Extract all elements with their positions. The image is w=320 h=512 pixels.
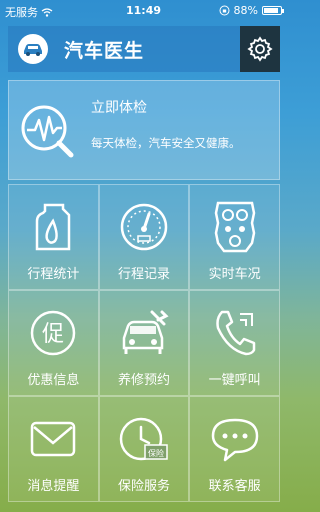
discount-badge-icon: 促 — [9, 303, 98, 363]
app-header: 汽车医生 — [8, 26, 280, 72]
tile-realtime-status[interactable]: 实时车况 — [189, 184, 280, 290]
heartbeat-magnifier-icon — [19, 103, 79, 165]
tile-message-reminder[interactable]: 消息提醒 — [8, 396, 99, 502]
tile-label: 联系客服 — [208, 479, 261, 494]
phone-icon — [190, 303, 279, 363]
tile-label: 消息提醒 — [27, 479, 80, 494]
gear-icon — [247, 36, 273, 62]
engine-block-icon — [190, 197, 279, 257]
tile-maintenance-booking[interactable]: 养修预约 — [98, 290, 190, 396]
tile-label: 一键呼叫 — [208, 373, 261, 388]
envelope-icon — [9, 409, 98, 469]
feature-grid: 行程统计 行程记录 实时车况 促 优惠信息 养修预约 一键呼叫 消息提醒 保险 … — [8, 184, 280, 502]
tile-label: 行程记录 — [117, 267, 170, 282]
tile-discounts[interactable]: 促 优惠信息 — [8, 290, 99, 396]
status-right: 88% — [219, 4, 284, 17]
tile-customer-service[interactable]: 联系客服 — [189, 396, 280, 502]
svg-text:保险: 保险 — [148, 448, 164, 458]
tile-trip-stats[interactable]: 行程统计 — [8, 184, 99, 290]
chat-bubble-icon — [190, 409, 279, 469]
insurance-clock-icon: 保险 — [100, 409, 189, 469]
orientation-lock-icon — [219, 5, 230, 16]
checkup-banner[interactable]: 立即体检 每天体检，汽车安全又健康。 — [8, 80, 280, 180]
car-wrench-icon — [100, 303, 189, 363]
tile-insurance-service[interactable]: 保险 保险服务 — [98, 396, 190, 502]
tile-label: 养修预约 — [117, 373, 170, 388]
status-bar: 无服务 11:49 88% — [0, 0, 287, 22]
tile-label: 实时车况 — [208, 267, 261, 282]
settings-button[interactable] — [240, 26, 280, 72]
svg-text:促: 促 — [42, 322, 64, 347]
battery-icon — [262, 6, 284, 15]
battery-percent: 88% — [233, 4, 258, 17]
tile-label: 优惠信息 — [27, 373, 80, 388]
tile-trip-record[interactable]: 行程记录 — [98, 184, 190, 290]
app-title: 汽车医生 — [64, 39, 145, 62]
car-logo-icon — [18, 34, 48, 64]
tile-label: 保险服务 — [117, 479, 170, 494]
tile-one-key-call[interactable]: 一键呼叫 — [189, 290, 280, 396]
checkup-description: 每天体检，汽车安全又健康。 — [91, 136, 241, 150]
fuel-can-icon — [9, 197, 98, 257]
checkup-title: 立即体检 — [91, 100, 147, 116]
tile-label: 行程统计 — [27, 267, 80, 282]
speedometer-icon — [100, 197, 189, 257]
